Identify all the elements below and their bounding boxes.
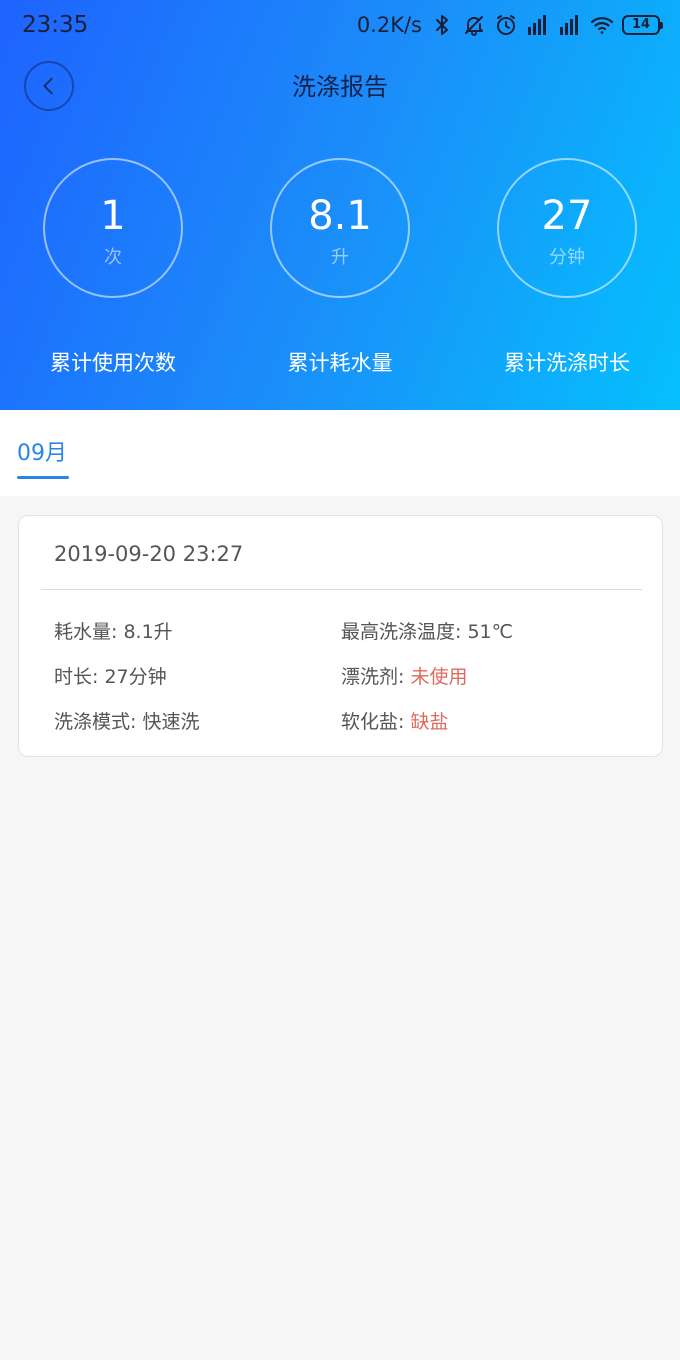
- status-icons: 0.2K/s 14: [356, 10, 663, 40]
- stat-circle: 8.1 升: [270, 158, 410, 298]
- status-time: 23:35: [22, 12, 89, 38]
- divider: [41, 589, 642, 590]
- record-datetime: 2019-09-20 23:27: [54, 542, 244, 566]
- stat-label: 累计洗涤时长: [504, 351, 630, 375]
- field-value: 51℃: [467, 621, 513, 643]
- stat-label: 累计耗水量: [287, 351, 393, 375]
- month-tab-indicator: [17, 476, 69, 479]
- stat-label: 累计使用次数: [50, 351, 176, 375]
- stat-value: 8.1: [308, 193, 372, 239]
- month-tab[interactable]: 09月: [17, 438, 67, 470]
- field-label: 耗水量:: [54, 621, 124, 643]
- stat-wash-duration: 27 分钟 累计洗涤时长: [457, 158, 677, 375]
- field-label: 最高洗涤温度:: [341, 621, 468, 643]
- stat-circle: 27 分钟: [497, 158, 637, 298]
- field-label: 漂洗剂:: [341, 666, 411, 688]
- stat-usage-count: 1 次 累计使用次数: [3, 158, 223, 375]
- month-tab-bar: 09月: [0, 410, 680, 496]
- battery-icon: 14: [622, 15, 663, 35]
- mute-icon: [462, 13, 486, 37]
- field-label: 软化盐:: [341, 711, 411, 733]
- record-duration: 时长: 27分钟: [54, 663, 167, 691]
- status-bar: 23:35 0.2K/s 14: [0, 0, 680, 50]
- alarm-icon: [494, 13, 518, 37]
- stat-value: 1: [100, 193, 126, 239]
- field-label: 时长:: [54, 666, 105, 688]
- record-max-temp: 最高洗涤温度: 51℃: [341, 618, 513, 646]
- net-speed: 0.2K/s: [356, 13, 422, 37]
- record-water: 耗水量: 8.1升: [54, 618, 173, 646]
- stat-unit: 分钟: [549, 247, 585, 268]
- stat-water-usage: 8.1 升 累计耗水量: [230, 158, 450, 375]
- wash-record-card[interactable]: 2019-09-20 23:27 耗水量: 8.1升 最高洗涤温度: 51℃ 时…: [18, 515, 663, 757]
- bluetooth-icon: [430, 13, 454, 37]
- field-value-warning: 未使用: [410, 666, 468, 688]
- stat-value: 27: [541, 193, 593, 239]
- stat-unit: 升: [331, 247, 349, 268]
- field-value-warning: 缺盐: [410, 711, 449, 733]
- report-header: 23:35 0.2K/s 14 洗涤报告 1 次 累计使用次数 8.1 升 累计…: [0, 0, 680, 410]
- page-title: 洗涤报告: [292, 73, 388, 101]
- record-wash-mode: 洗涤模式: 快速洗: [54, 708, 199, 736]
- signal-hd-icon: [526, 13, 550, 37]
- field-label: 洗涤模式:: [54, 711, 143, 733]
- signal-icon: [558, 13, 582, 37]
- record-rinse-aid: 漂洗剂: 未使用: [341, 663, 467, 691]
- field-value: 8.1升: [123, 621, 173, 643]
- field-value: 快速洗: [142, 711, 200, 733]
- stat-circle: 1 次: [43, 158, 183, 298]
- stat-unit: 次: [104, 247, 122, 268]
- field-value: 27分钟: [104, 666, 167, 688]
- record-softener-salt: 软化盐: 缺盐: [341, 708, 448, 736]
- wifi-icon: [590, 13, 614, 37]
- battery-level: 14: [631, 17, 651, 32]
